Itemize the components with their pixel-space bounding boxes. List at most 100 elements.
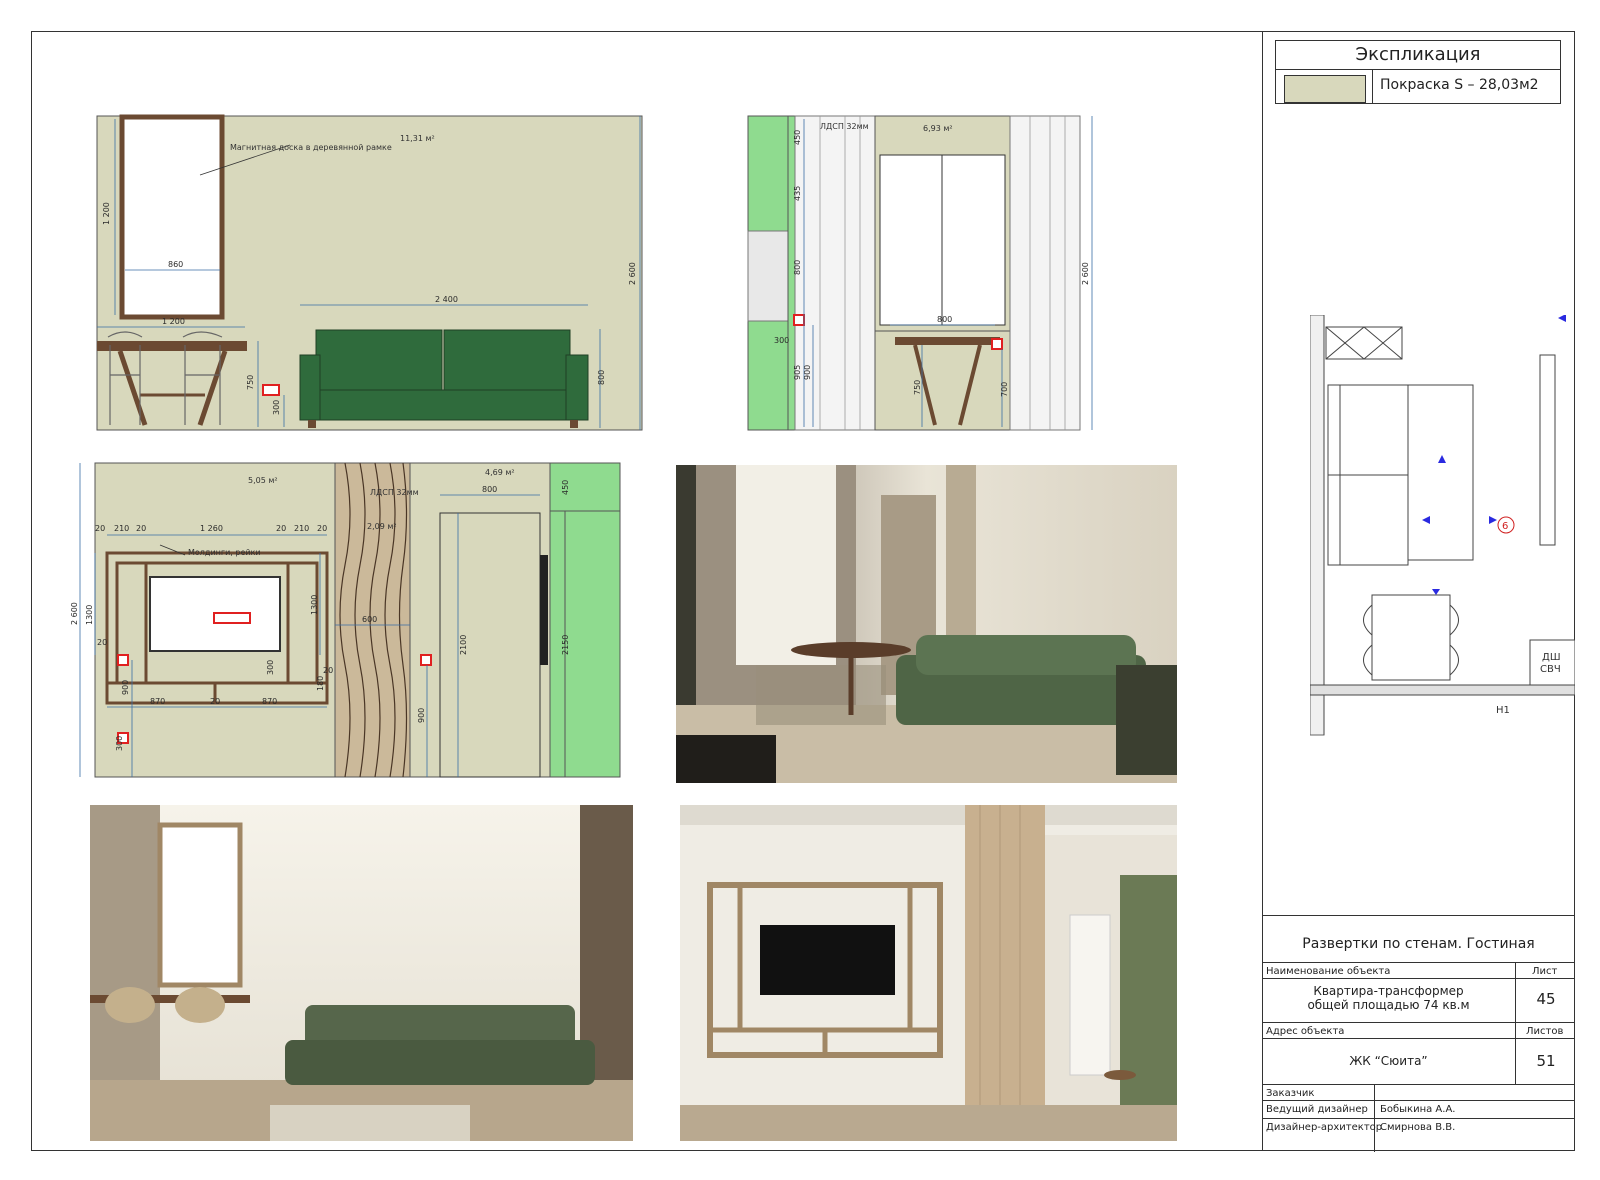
- socket-icon: [117, 654, 129, 666]
- dim-table-width: 1 200: [162, 317, 185, 326]
- green-cabinet: [549, 462, 621, 778]
- dim-socket-left: 300: [115, 736, 124, 751]
- dim-d1: 450: [793, 130, 802, 145]
- dim-left-b: 20: [97, 638, 107, 647]
- dim-top-cab: 450: [561, 480, 570, 495]
- object-name-line1: Квартира-трансформер: [1313, 984, 1464, 998]
- architect-name: Смирнова В.В.: [1380, 1122, 1456, 1133]
- sheets-total: 51: [1536, 1052, 1556, 1070]
- curtain-left: [794, 115, 876, 431]
- dim-right-a: 1300: [310, 595, 319, 615]
- dim-socket-right: 900: [417, 708, 426, 723]
- render-living-room-view-2: [90, 805, 633, 1141]
- dim-door-height: 2100: [459, 635, 468, 655]
- dim-top-a: 20: [95, 524, 105, 533]
- view-marker: 6: [1502, 521, 1508, 532]
- door: [439, 512, 541, 778]
- dim-window-width: 800: [937, 315, 952, 324]
- dining-table-top: [97, 341, 247, 351]
- plan-axis-label: Н1: [1496, 705, 1510, 716]
- elevation-window-wall: 6,93 м² ЛДСП 32мм 800 450 435 800 300 90…: [740, 105, 1110, 445]
- title-block: Развертки по стенам. Гостиная Наименован…: [1262, 915, 1575, 1152]
- panel-note: ЛДСП 32мм: [820, 122, 869, 131]
- sheets-label: Листов: [1526, 1026, 1564, 1037]
- dim-cab-height: 2150: [561, 635, 570, 655]
- area-label: 6,93 м²: [923, 124, 953, 133]
- lead-designer-name: Бобыкина А.А.: [1380, 1104, 1456, 1115]
- panel-note: ЛДСП 32мм: [370, 488, 419, 497]
- dim-wall-height: 2 600: [1081, 262, 1090, 285]
- dim-board-width: 860: [168, 260, 183, 269]
- customer-label: Заказчик: [1266, 1088, 1315, 1099]
- dim-top-center: 1 260: [200, 524, 223, 533]
- render-living-room-view-1: [676, 465, 1177, 783]
- dim-top-f: 20: [317, 524, 327, 533]
- magnetic-board: [119, 114, 225, 320]
- plan-table: [1371, 594, 1451, 681]
- tv-icon: [760, 925, 895, 995]
- lead-designer-label: Ведущий дизайнер: [1266, 1104, 1368, 1115]
- dim-right-c: 180: [316, 676, 325, 691]
- dim-bottom-a: 870: [150, 697, 165, 706]
- plan-label-dw: ДШ: [1542, 652, 1561, 663]
- curtain-right: [1009, 115, 1081, 431]
- dim-top-b: 210: [114, 524, 129, 533]
- floor-plan-key: ДШ СВЧ Н1 6: [1310, 315, 1575, 750]
- elevation-tv-wall: 5,05 м² 4,69 м² ЛДСП 32мм 2,09 м² Молдин…: [70, 455, 640, 795]
- built-in-oven: [747, 230, 789, 322]
- dim-door-width: 800: [482, 485, 497, 494]
- address-value: ЖК “Сюита”: [1349, 1054, 1428, 1068]
- object-name-label: Наименование объекта: [1266, 966, 1391, 977]
- dim-left-c: 900: [121, 680, 130, 695]
- object-name-line2: общей площадью 74 кв.м: [1307, 998, 1470, 1012]
- area-label-3: 2,09 м²: [367, 522, 397, 531]
- dim-table-height: 750: [913, 380, 922, 395]
- sheet-number: 45: [1536, 990, 1556, 1008]
- dim-socket-height: 300: [272, 400, 281, 415]
- socket-icon: [793, 314, 805, 326]
- socket-block-icon: [213, 612, 251, 624]
- dim-bottom-b: 20: [210, 697, 220, 706]
- sheet-title: Развертки по стенам. Гостиная: [1302, 936, 1535, 952]
- dim-d2: 435: [793, 186, 802, 201]
- dim-sofa-height: 800: [597, 370, 606, 385]
- legend-title: Экспликация: [1276, 41, 1560, 70]
- legend-paint-swatch: [1284, 75, 1366, 103]
- dim-right-b: 300: [266, 660, 275, 675]
- plan-label-mw: СВЧ: [1540, 664, 1561, 675]
- socket-icon: [420, 654, 432, 666]
- dim-wall-height: 2 600: [628, 262, 637, 285]
- dim-left-a: 1300: [85, 605, 94, 625]
- address-label: Адрес объекта: [1266, 1026, 1345, 1037]
- dining-table: [895, 337, 1000, 345]
- elevation-living-wall-1: 860 1 200 Магнитная доска в деревянной р…: [80, 105, 660, 445]
- dim-d3: 800: [793, 260, 802, 275]
- render-tv-wall-view: [680, 805, 1177, 1141]
- dim-board-height: 1 200: [102, 202, 111, 225]
- legend-item-label: Покраска S – 28,03м2: [1380, 77, 1539, 93]
- sofa: [299, 329, 589, 428]
- dim-table-height: 750: [246, 375, 255, 390]
- socket-icon: [991, 338, 1003, 350]
- dim-d4: 300: [774, 336, 789, 345]
- cabinet-handle: [540, 555, 548, 665]
- dim-top-e: 210: [294, 524, 309, 533]
- area-label-2: 4,69 м²: [485, 468, 515, 477]
- dim-wall-height: 2 600: [70, 602, 79, 625]
- socket-icon: [262, 384, 280, 396]
- dim-sofa-width: 2 400: [435, 295, 458, 304]
- dim-top-d: 20: [276, 524, 286, 533]
- architect-label: Дизайнер-архитектор: [1266, 1122, 1383, 1133]
- molding-note: Молдинги, рейки: [188, 548, 261, 557]
- area-label: 11,31 м²: [400, 134, 435, 143]
- dim-d5: 905: [793, 365, 802, 380]
- plan-rug: [1407, 384, 1474, 561]
- dim-socket-height: 700: [1000, 382, 1009, 397]
- legend-box: Экспликация Покраска S – 28,03м2: [1275, 40, 1561, 104]
- area-label: 5,05 м²: [248, 476, 278, 485]
- sheet-label: Лист: [1532, 966, 1558, 977]
- dim-right-d: 20: [323, 666, 333, 675]
- board-note: Магнитная доска в деревянной рамке: [230, 143, 392, 152]
- dim-d6: 900: [803, 365, 812, 380]
- dim-bottom-c: 870: [262, 697, 277, 706]
